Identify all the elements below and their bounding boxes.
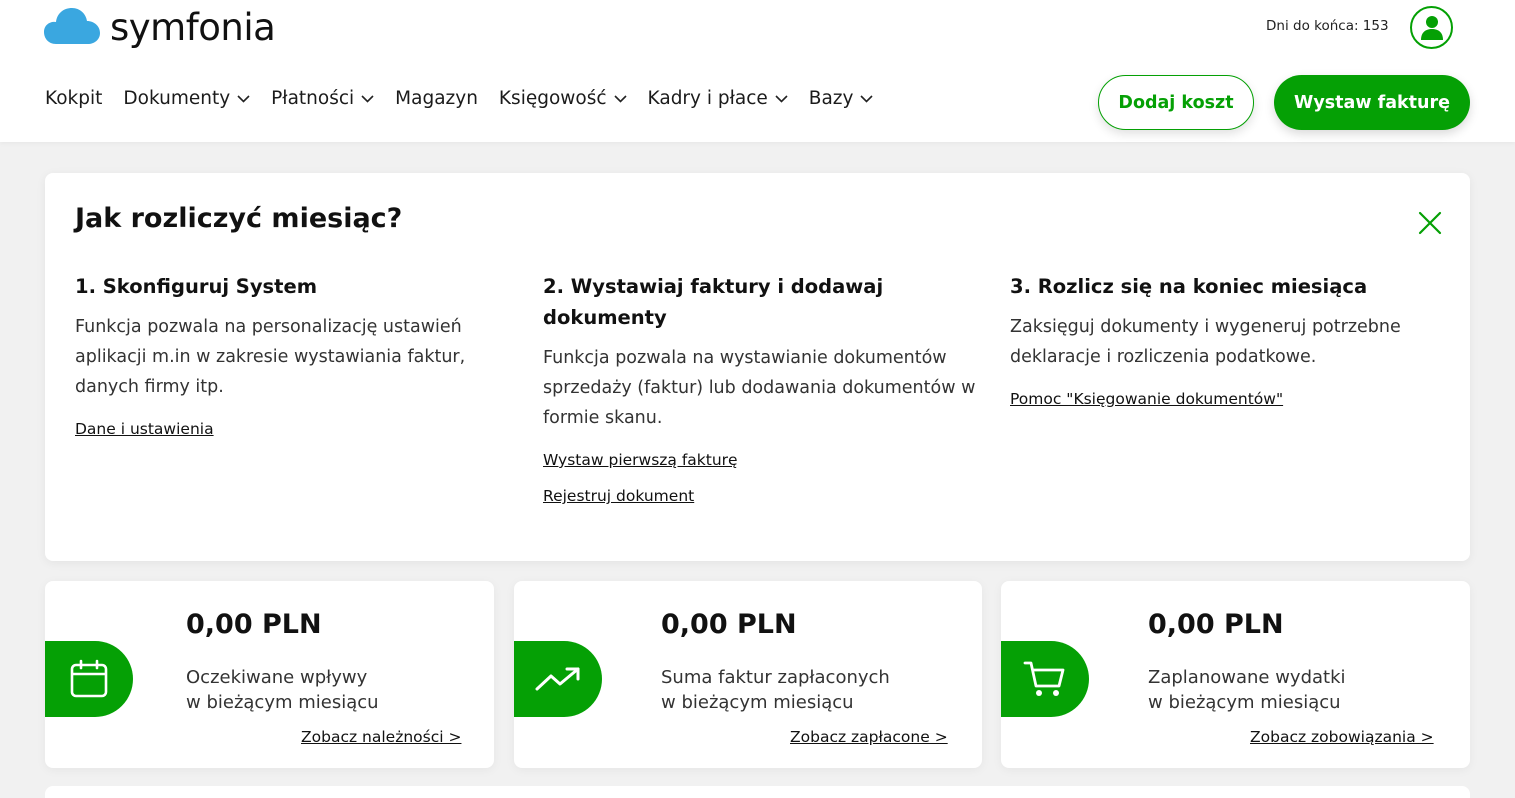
stat-card-paid-invoices: 0,00 PLN Suma faktur zapłaconych w bieżą…	[514, 581, 982, 768]
nav-item-kokpit[interactable]: Kokpit	[45, 88, 102, 109]
stat-label: Zaplanowane wydatki w bieżącym miesiącu	[1148, 665, 1408, 715]
stat-label-line: Oczekiwane wpływy	[186, 667, 368, 688]
stat-label: Oczekiwane wpływy w bieżącym miesiącu	[186, 665, 446, 715]
guide-step-3: 3. Rozlicz się na koniec miesiąca Zaksię…	[1010, 271, 1430, 408]
issue-invoice-button[interactable]: Wystaw fakturę	[1274, 75, 1470, 130]
step-title: 2. Wystawiaj faktury i dodawaj dokumenty	[543, 275, 884, 329]
stat-card-expected-income: 0,00 PLN Oczekiwane wpływy w bieżącym mi…	[45, 581, 494, 768]
stat-amount: 0,00 PLN	[1148, 609, 1284, 640]
main-navigation: Kokpit Dokumenty Płatności Magazyn Księg…	[45, 88, 894, 109]
logo-text: symfonia	[110, 6, 276, 49]
cloud-logo-icon	[44, 7, 100, 44]
nav-label: Księgowość	[498, 88, 607, 109]
first-invoice-link[interactable]: Wystaw pierwszą fakturę	[543, 451, 738, 469]
stat-label-line: Suma faktur zapłaconych	[661, 667, 890, 688]
step-description: Zaksięguj dokumenty i wygeneruj potrzebn…	[1010, 317, 1401, 367]
chevron-down-icon	[237, 94, 250, 103]
guide-title: Jak rozliczyć miesiąc?	[75, 203, 403, 234]
guide-step-2: 2. Wystawiaj faktury i dodawaj dokumenty…	[543, 271, 983, 505]
settings-link[interactable]: Dane i ustawienia	[75, 420, 214, 438]
stat-label-line: Zaplanowane wydatki	[1148, 667, 1346, 688]
next-section-card	[45, 786, 1470, 798]
nav-item-bazy[interactable]: Bazy	[809, 88, 874, 109]
register-document-link[interactable]: Rejestruj dokument	[543, 487, 694, 505]
nav-label: Dokumenty	[123, 88, 231, 109]
chevron-down-icon	[613, 94, 627, 103]
nav-label: Płatności	[271, 88, 355, 109]
person-icon	[1420, 15, 1443, 40]
chevron-down-icon	[860, 94, 874, 103]
symfonia-logo[interactable]: symfonia	[44, 2, 276, 49]
stat-label-line: w bieżącym miesiącu	[1148, 692, 1341, 713]
nav-item-magazyn[interactable]: Magazyn	[395, 88, 478, 109]
close-icon[interactable]	[1418, 211, 1442, 239]
month-settlement-guide: Jak rozliczyć miesiąc? 1. Skonfiguruj Sy…	[45, 173, 1470, 561]
stat-label-line: w bieżącym miesiącu	[186, 692, 379, 713]
nav-label: Kokpit	[45, 88, 103, 109]
nav-item-dokumenty[interactable]: Dokumenty	[123, 88, 250, 109]
nav-label: Bazy	[808, 88, 854, 109]
nav-item-platnosci[interactable]: Płatności	[271, 88, 374, 109]
chevron-down-icon	[361, 94, 374, 103]
stat-card-planned-expenses: 0,00 PLN Zaplanowane wydatki w bieżącym …	[1001, 581, 1470, 768]
step-title: 3. Rozlicz się na koniec miesiąca	[1010, 275, 1368, 298]
paid-link[interactable]: Zobacz zapłacone >	[790, 728, 948, 746]
nav-item-ksiegowosc[interactable]: Księgowość	[499, 88, 627, 109]
nav-label: Kadry i płace	[647, 88, 768, 109]
accounting-help-link[interactable]: Pomoc "Księgowanie dokumentów"	[1010, 390, 1283, 408]
stat-amount: 0,00 PLN	[186, 609, 322, 640]
guide-step-1: 1. Skonfiguruj System Funkcja pozwala na…	[75, 271, 495, 438]
stat-label: Suma faktur zapłaconych w bieżącym miesi…	[661, 665, 921, 715]
chevron-down-icon	[775, 94, 788, 103]
user-avatar-icon[interactable]	[1410, 6, 1453, 49]
receivables-link[interactable]: Zobacz należności >	[301, 728, 461, 746]
nav-item-kadry-i-place[interactable]: Kadry i płace	[648, 88, 788, 109]
calendar-icon	[45, 641, 133, 717]
stat-amount: 0,00 PLN	[661, 609, 797, 640]
top-header: symfonia Dni do końca: 153 Kokpit Dokume…	[0, 0, 1515, 142]
trial-days-left: Dni do końca: 153	[1266, 18, 1389, 34]
liabilities-link[interactable]: Zobacz zobowiązania >	[1250, 728, 1434, 746]
nav-label: Magazyn	[395, 88, 478, 109]
step-title: 1. Skonfiguruj System	[75, 275, 318, 298]
step-description: Funkcja pozwala na wystawianie dokumentó…	[543, 348, 976, 428]
shopping-cart-icon	[1001, 641, 1089, 717]
add-cost-button[interactable]: Dodaj koszt	[1098, 75, 1254, 130]
trending-up-icon	[514, 641, 602, 717]
step-description: Funkcja pozwala na personalizację ustawi…	[75, 317, 466, 397]
stat-label-line: w bieżącym miesiącu	[661, 692, 854, 713]
